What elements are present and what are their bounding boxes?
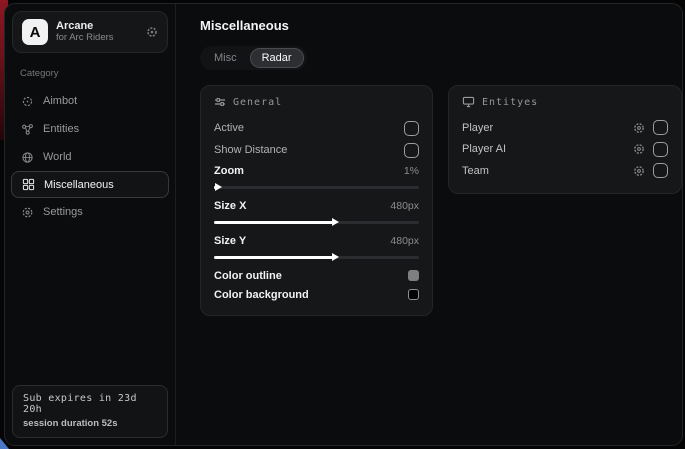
- sidebar-item-aimbot[interactable]: Aimbot: [5, 87, 175, 115]
- size-x-slider-thumb[interactable]: [332, 218, 339, 226]
- sub-expiry-text: Sub expires in 23d 20h: [23, 393, 157, 415]
- color-outline-row: Color outline: [214, 266, 419, 285]
- size-x-value: 480px: [390, 200, 419, 212]
- sidebar-item-label: Miscellaneous: [44, 179, 114, 191]
- gear-icon: [20, 205, 34, 219]
- app-name: Arcane: [56, 20, 138, 33]
- player-gear-icon[interactable]: [633, 122, 645, 134]
- active-row: Active: [214, 117, 419, 139]
- size-y-slider-thumb[interactable]: [332, 253, 339, 261]
- show-distance-row: Show Distance: [214, 139, 419, 161]
- session-duration-text: session duration 52s: [23, 418, 157, 429]
- size-y-slider[interactable]: [214, 252, 419, 262]
- zoom-slider-thumb[interactable]: [215, 183, 222, 191]
- show-distance-label: Show Distance: [214, 144, 287, 156]
- player-label: Player: [462, 122, 493, 134]
- app-subtitle: for Arc Riders: [56, 33, 138, 44]
- size-y-row: Size Y 480px: [214, 231, 419, 251]
- brand-gear-icon[interactable]: [146, 26, 158, 38]
- subscription-box: Sub expires in 23d 20h session duration …: [12, 385, 168, 438]
- entity-row-team: Team: [462, 160, 668, 182]
- color-background-row: Color background: [214, 285, 419, 304]
- monitor-icon: [462, 96, 475, 108]
- team-label: Team: [462, 165, 489, 177]
- sidebar-item-label: Entities: [43, 123, 79, 135]
- panels-row: General Active Show Distance Zoom 1%: [200, 85, 682, 316]
- main-content: Miscellaneous Misc Radar General Active: [176, 4, 683, 445]
- general-panel-title: General: [233, 97, 282, 108]
- show-distance-checkbox[interactable]: [404, 143, 419, 158]
- sidebar-item-miscellaneous[interactable]: Miscellaneous: [11, 171, 169, 198]
- size-x-label: Size X: [214, 200, 246, 212]
- globe-icon: [20, 150, 34, 164]
- zoom-label: Zoom: [214, 165, 244, 177]
- brand-card: A Arcane for Arc Riders: [12, 11, 168, 53]
- zoom-slider[interactable]: [214, 182, 419, 192]
- tab-misc[interactable]: Misc: [203, 48, 248, 68]
- tab-group: Misc Radar: [200, 46, 307, 70]
- page-title: Miscellaneous: [200, 18, 682, 33]
- entities-icon: [20, 122, 34, 136]
- size-y-label: Size Y: [214, 235, 246, 247]
- team-gear-icon[interactable]: [633, 165, 645, 177]
- zoom-value: 1%: [404, 165, 419, 177]
- zoom-row: Zoom 1%: [214, 161, 419, 181]
- sidebar-nav: Aimbot Entities World: [5, 83, 175, 226]
- app-window: A Arcane for Arc Riders Category Aimbot: [4, 3, 683, 446]
- sidebar-item-label: Settings: [43, 206, 83, 218]
- player-ai-label: Player AI: [462, 143, 506, 155]
- sidebar-item-entities[interactable]: Entities: [5, 115, 175, 143]
- entity-row-player: Player: [462, 117, 668, 139]
- app-logo: A: [22, 19, 48, 45]
- active-checkbox[interactable]: [404, 121, 419, 136]
- tab-radar[interactable]: Radar: [250, 48, 304, 68]
- color-outline-swatch[interactable]: [408, 270, 419, 281]
- grid-icon: [21, 178, 35, 192]
- active-label: Active: [214, 122, 244, 134]
- entities-panel-title: Entityes: [482, 97, 538, 108]
- screenshot-stage: A Arcane for Arc Riders Category Aimbot: [0, 0, 685, 449]
- size-x-slider[interactable]: [214, 217, 419, 227]
- crosshair-icon: [20, 94, 34, 108]
- entities-panel: Entityes Player Player AI: [448, 85, 682, 194]
- entity-row-player-ai: Player AI: [462, 139, 668, 161]
- sliders-icon: [214, 96, 226, 108]
- player-ai-gear-icon[interactable]: [633, 143, 645, 155]
- player-ai-checkbox[interactable]: [653, 142, 668, 157]
- size-x-row: Size X 480px: [214, 196, 419, 216]
- color-outline-label: Color outline: [214, 270, 282, 282]
- sidebar-item-label: World: [43, 151, 72, 163]
- color-background-label: Color background: [214, 289, 309, 301]
- sidebar-item-label: Aimbot: [43, 95, 77, 107]
- team-checkbox[interactable]: [653, 163, 668, 178]
- sidebar-item-world[interactable]: World: [5, 143, 175, 171]
- size-y-value: 480px: [390, 235, 419, 247]
- category-label: Category: [20, 68, 175, 79]
- player-checkbox[interactable]: [653, 120, 668, 135]
- sidebar: A Arcane for Arc Riders Category Aimbot: [5, 4, 176, 445]
- color-background-swatch[interactable]: [408, 289, 419, 300]
- sidebar-item-settings[interactable]: Settings: [5, 198, 175, 226]
- general-panel: General Active Show Distance Zoom 1%: [200, 85, 433, 316]
